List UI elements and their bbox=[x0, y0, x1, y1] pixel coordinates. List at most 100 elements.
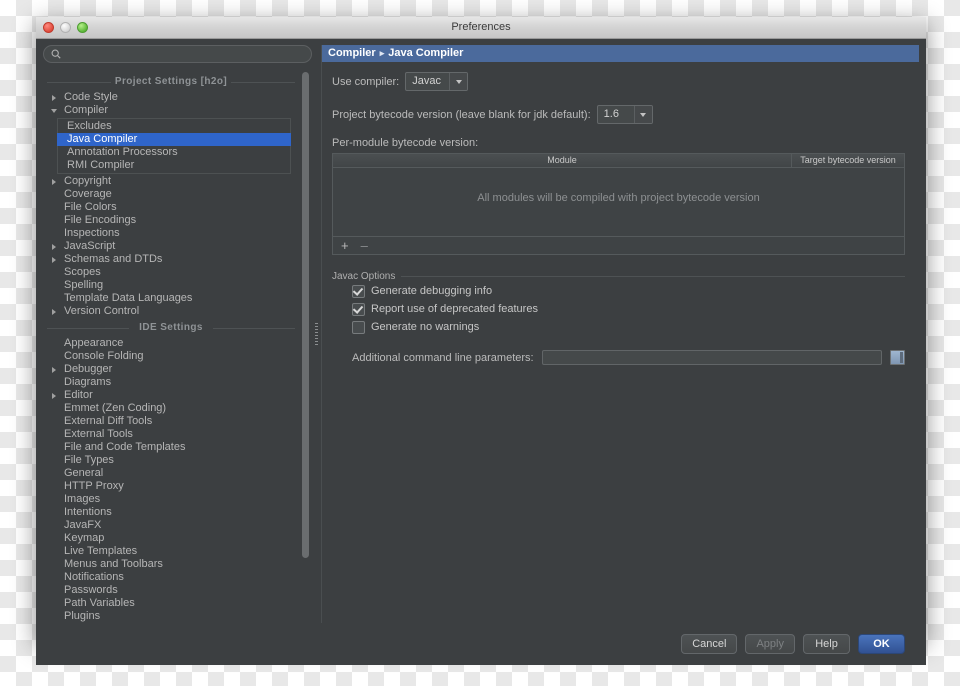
sidebar-item-javascript[interactable]: JavaScript bbox=[43, 240, 299, 253]
apply-button[interactable]: Apply bbox=[745, 634, 795, 654]
sidebar-item-editor[interactable]: Editor bbox=[43, 389, 299, 402]
sidebar-item-template-data-languages[interactable]: Template Data Languages bbox=[43, 292, 299, 305]
sidebar-item-copyright[interactable]: Copyright bbox=[43, 175, 299, 188]
sidebar-item-label: Coverage bbox=[64, 188, 112, 200]
sidebar-item-scopes[interactable]: Scopes bbox=[43, 266, 299, 279]
remove-module-button[interactable]: – bbox=[361, 239, 368, 252]
chevron-right-icon[interactable] bbox=[52, 367, 56, 373]
settings-tree-outer: Project Settings [h2o] Code Style Compiler… bbox=[43, 70, 312, 623]
sidebar-item-external-tools[interactable]: External Tools bbox=[43, 428, 299, 441]
window-title: Preferences bbox=[451, 21, 511, 33]
sidebar-item-annotation-processors[interactable]: Annotation Processors bbox=[58, 146, 290, 159]
javac-options-section-header: Javac Options bbox=[332, 270, 905, 282]
sidebar-item-notifications[interactable]: Notifications bbox=[43, 571, 299, 584]
help-button[interactable]: Help bbox=[803, 634, 850, 654]
chevron-right-icon[interactable] bbox=[52, 95, 56, 101]
search-box[interactable] bbox=[43, 45, 312, 63]
sidebar-item-live-templates[interactable]: Live Templates bbox=[43, 545, 299, 558]
project-bytecode-label: Project bytecode version (leave blank fo… bbox=[332, 108, 591, 121]
sidebar-item-general[interactable]: General bbox=[43, 467, 299, 480]
sidebar-item-path-variables[interactable]: Path Variables bbox=[43, 597, 299, 610]
expand-editor-icon[interactable] bbox=[890, 350, 905, 365]
additional-params-row: Additional command line parameters: bbox=[352, 350, 905, 365]
sidebar-item-excludes[interactable]: Excludes bbox=[58, 120, 290, 133]
sidebar-item-label: File Types bbox=[64, 454, 114, 466]
checkbox-generate-debugging-info[interactable] bbox=[352, 284, 365, 298]
sidebar-item-menus-and-toolbars[interactable]: Menus and Toolbars bbox=[43, 558, 299, 571]
sidebar-item-file-colors[interactable]: File Colors bbox=[43, 201, 299, 214]
sidebar-item-label: File and Code Templates bbox=[64, 441, 186, 453]
chevron-right-icon[interactable] bbox=[52, 309, 56, 315]
add-module-button[interactable]: + bbox=[341, 239, 349, 252]
sidebar-item-label: Console Folding bbox=[64, 350, 144, 362]
chevron-down-icon[interactable] bbox=[449, 73, 467, 90]
sidebar-scrollbar-thumb[interactable] bbox=[302, 72, 309, 558]
checkbox-row-generate-debugging-info[interactable]: Generate debugging info bbox=[352, 282, 905, 300]
sidebar-item-images[interactable]: Images bbox=[43, 493, 299, 506]
sidebar-item-schemas-and-dtds[interactable]: Schemas and DTDs bbox=[43, 253, 299, 266]
settings-tree[interactable]: Project Settings [h2o] Code Style Compiler… bbox=[43, 70, 299, 623]
sidebar-item-label: Menus and Toolbars bbox=[64, 558, 163, 570]
column-header-target-bytecode[interactable]: Target bytecode version bbox=[792, 154, 904, 167]
sidebar-item-label: External Tools bbox=[64, 428, 133, 440]
sidebar-item-diagrams[interactable]: Diagrams bbox=[43, 376, 299, 389]
chevron-right-icon[interactable] bbox=[52, 179, 56, 185]
minimize-window-icon[interactable] bbox=[60, 22, 71, 33]
panel-splitter[interactable] bbox=[312, 45, 321, 623]
sidebar-item-java-compiler[interactable]: Java Compiler bbox=[57, 133, 291, 146]
close-window-icon[interactable] bbox=[43, 22, 54, 33]
sidebar-item-intentions[interactable]: Intentions bbox=[43, 506, 299, 519]
sidebar-item-rmi-compiler[interactable]: RMI Compiler bbox=[58, 159, 290, 172]
sidebar-item-label: HTTP Proxy bbox=[64, 480, 124, 492]
sidebar-item-version-control[interactable]: Version Control bbox=[43, 305, 299, 318]
sidebar-item-plugins[interactable]: Plugins bbox=[43, 610, 299, 623]
checkbox-label: Generate debugging info bbox=[371, 285, 493, 297]
sidebar-item-console-folding[interactable]: Console Folding bbox=[43, 350, 299, 363]
sidebar-item-external-diff-tools[interactable]: External Diff Tools bbox=[43, 415, 299, 428]
sidebar-item-code-style[interactable]: Code Style bbox=[43, 91, 299, 104]
chevron-right-icon[interactable] bbox=[52, 244, 56, 250]
sidebar-scrollbar-track[interactable] bbox=[299, 70, 312, 623]
column-header-module[interactable]: Module bbox=[333, 154, 792, 167]
sidebar-item-label: Notifications bbox=[64, 571, 124, 583]
sidebar-item-passwords[interactable]: Passwords bbox=[43, 584, 299, 597]
chevron-right-icon[interactable] bbox=[52, 257, 56, 263]
sidebar-item-debugger[interactable]: Debugger bbox=[43, 363, 299, 376]
checkbox-row-generate-no-warnings[interactable]: Generate no warnings bbox=[352, 318, 905, 336]
sidebar-item-spelling[interactable]: Spelling bbox=[43, 279, 299, 292]
chevron-down-icon[interactable] bbox=[633, 106, 652, 123]
cancel-button[interactable]: Cancel bbox=[681, 634, 738, 654]
checkbox-generate-no-warnings[interactable] bbox=[352, 320, 365, 334]
ok-button[interactable]: OK bbox=[858, 634, 905, 654]
project-bytecode-dropdown[interactable]: 1.6 bbox=[596, 105, 653, 124]
sidebar-item-file-types[interactable]: File Types bbox=[43, 454, 299, 467]
sidebar-item-compiler[interactable]: Compiler bbox=[43, 104, 299, 117]
sidebar-item-file-encodings[interactable]: File Encodings bbox=[43, 214, 299, 227]
sidebar-item-coverage[interactable]: Coverage bbox=[43, 188, 299, 201]
sidebar-item-label: Copyright bbox=[64, 175, 112, 187]
per-module-table[interactable]: Module Target bytecode version All modul… bbox=[332, 153, 905, 237]
window-titlebar[interactable]: Preferences bbox=[36, 17, 926, 39]
checkbox-label: Generate no warnings bbox=[371, 321, 480, 333]
additional-params-input[interactable] bbox=[541, 350, 882, 365]
sidebar-item-label: Version Control bbox=[64, 305, 140, 317]
sidebar-item-label: Appearance bbox=[64, 337, 124, 349]
use-compiler-dropdown[interactable]: Javac bbox=[405, 72, 468, 91]
sidebar-item-file-and-code-templates[interactable]: File and Code Templates bbox=[43, 441, 299, 454]
sidebar-item-emmet-zen-coding[interactable]: Emmet (Zen Coding) bbox=[43, 402, 299, 415]
checkbox-report-use-of-deprecated-features[interactable] bbox=[352, 302, 365, 316]
zoom-window-icon[interactable] bbox=[77, 22, 88, 33]
chevron-down-icon[interactable] bbox=[51, 109, 57, 113]
sidebar-item-javafx[interactable]: JavaFX bbox=[43, 519, 299, 532]
search-input[interactable] bbox=[65, 47, 304, 61]
splitter-grip-icon bbox=[315, 323, 318, 345]
sidebar-item-inspections[interactable]: Inspections bbox=[43, 227, 299, 240]
sidebar-item-keymap[interactable]: Keymap bbox=[43, 532, 299, 545]
chevron-right-icon: ▸ bbox=[379, 48, 385, 58]
checkbox-row-report-use-of-deprecated-features[interactable]: Report use of deprecated features bbox=[352, 300, 905, 318]
sidebar-item-http-proxy[interactable]: HTTP Proxy bbox=[43, 480, 299, 493]
sidebar-item-appearance[interactable]: Appearance bbox=[43, 337, 299, 350]
chevron-right-icon[interactable] bbox=[52, 393, 56, 399]
sidebar-item-label: Keymap bbox=[64, 532, 105, 544]
breadcrumb-parent[interactable]: Compiler bbox=[328, 45, 376, 62]
